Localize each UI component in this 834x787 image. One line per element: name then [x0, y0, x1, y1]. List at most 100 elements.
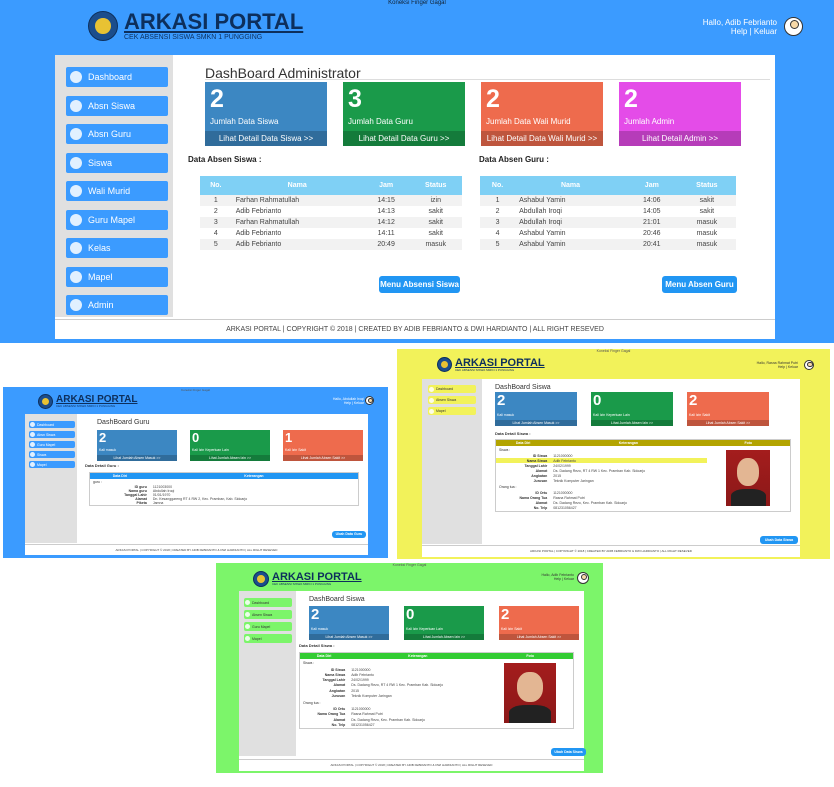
sidebar-item-kelas[interactable]: Kelas [66, 238, 168, 258]
stat-card-detail-link[interactable]: Lihat Jumlah Absen Izin >> [190, 455, 270, 461]
table-cell: 20:46 [643, 230, 661, 237]
sidebar-item-absn-siswa[interactable]: Absn Siswa [29, 431, 75, 438]
help-logout-links[interactable]: Help | Keluar [757, 365, 798, 369]
table-cell: 3 [213, 219, 218, 226]
section-label: Siswa : [499, 447, 511, 452]
table-cell: Abdullah Iroqi [519, 219, 562, 226]
sidebar-item-dashboard[interactable]: Dashboard [244, 598, 292, 607]
stat-card-label: Jumlah Admin [624, 117, 675, 126]
stat-card-detail-link[interactable]: Lihat Jumlah Absen Masuk >> [309, 634, 389, 640]
sidebar-item-mapel[interactable]: Mapel [428, 407, 476, 415]
sidebar-item-absen-siswa[interactable]: Absen Siswa [428, 396, 476, 404]
brand-title[interactable]: ARKASI PORTAL [455, 357, 545, 369]
stat-card-number: 0 [192, 430, 200, 445]
sidebar-item-guru-mapel[interactable]: Guru Mapel [66, 209, 168, 230]
section-label: Orang tua : [499, 485, 517, 490]
sidebar-item-dashboard[interactable]: Dashboard [66, 67, 168, 87]
table-cell [348, 699, 487, 707]
sidebar-item-guru-mapel[interactable]: Guru Mapel [244, 622, 292, 631]
user-avatar-icon[interactable] [365, 396, 374, 405]
stat-card-number: 2 [486, 85, 500, 113]
school-logo-icon [253, 571, 269, 587]
stat-card-label: Jumlah Data Siswa [210, 117, 279, 126]
stat-card-number: 2 [501, 606, 510, 623]
brand-subtitle: CEK ABSENSI SISWA SMKN 1 PUNGGING [455, 367, 515, 372]
detail-table: Data Diri Keterangan Foto Siswa : ID Siswa 11… [299, 652, 574, 729]
sidebar-item-label: Guru Mapel [252, 624, 271, 629]
table-cell: 14:15 [377, 197, 395, 204]
user-avatar-icon[interactable] [804, 360, 814, 370]
stat-card-detail-link[interactable]: Lihat Jumlah Absen Izin >> [591, 420, 673, 426]
yellow-content-panel: DashBoard Siswa Data Detail Siswa : Data… [422, 379, 800, 557]
sidebar-item-absn-siswa[interactable]: Absn Siswa [66, 95, 168, 116]
sidebar-item-admin[interactable]: Admin [66, 295, 168, 315]
user-greeting: Hallo, Abdullah Iroqi Help | Keluar [333, 397, 364, 405]
table-cell: 1 [213, 197, 218, 204]
photo-face [517, 672, 544, 702]
sidebar-item-label: Dashboard [37, 422, 55, 427]
brand-title[interactable]: ARKASI PORTAL [124, 11, 303, 33]
table-header-cell: Status [409, 176, 462, 195]
user-avatar-icon[interactable] [577, 572, 589, 584]
stat-card-detail-link[interactable]: Lihat Jumlah Absen Sakit >> [499, 634, 579, 640]
sidebar-item-guru-mapel[interactable]: Guru Mapel [29, 441, 75, 448]
guru-footer: ARKASI PORTAL | COPYRIGHT © 2018 | CREAT… [25, 544, 368, 554]
table-row: 2 Adib Febrianto 14:13 sakit [200, 206, 462, 217]
menu-bullet-icon [70, 128, 82, 140]
sidebar-item-dashboard[interactable]: Dashboard [428, 385, 476, 393]
brand-subtitle: CEK ABSENSI SISWA SMKN 1 PUNGGING [272, 582, 332, 586]
sidebar-item-dashboard[interactable]: Dashboard [29, 421, 75, 428]
table-header-row: No. Nama Jam Status [480, 176, 736, 195]
student-photo [504, 663, 557, 723]
table-header-cell: No. [480, 176, 516, 195]
table-cell: 14:11 [377, 230, 395, 237]
sidebar-item-label: Guru Mapel [37, 442, 56, 447]
stat-card-detail-link[interactable]: Lihat Jumlah Absen Masuk >> [97, 455, 177, 461]
guru-header: ARKASI PORTAL CEK ABSENSI SISWA SMKN 1 P… [38, 394, 137, 409]
menu-absen-guru-button[interactable]: Menu Absen Guru [662, 276, 737, 293]
stat-card-number: 2 [210, 85, 224, 113]
stat-card-number: 0 [406, 606, 415, 623]
help-logout-links[interactable]: Help | Keluar [542, 577, 574, 581]
sidebar-item-siswa[interactable]: Siswa [29, 451, 75, 458]
sidebar-item-absn-guru[interactable]: Absn Guru [66, 124, 168, 144]
table-cell [550, 483, 706, 490]
stat-card: 0 Kali Izin Keperluan Lain Lihat Jumlah Ab… [591, 392, 673, 426]
user-avatar-icon[interactable] [784, 17, 803, 36]
stat-card-detail-link[interactable]: Lihat Detail Data Guru >> [343, 131, 465, 146]
menu-absensi-siswa-button[interactable]: Menu Absensi Siswa [379, 276, 460, 293]
menu-bullet-icon [245, 600, 250, 605]
stat-card-detail-link[interactable]: Lihat Jumlah Absen Masuk >> [495, 420, 577, 426]
ubah-data-siswa-button[interactable]: Ubah Data Siswa [551, 748, 586, 756]
stat-card-detail-link[interactable]: Lihat Jumlah Absen Sakit >> [687, 420, 769, 426]
table-cell: masuk [425, 241, 447, 248]
sidebar-item-siswa[interactable]: Siswa [66, 152, 168, 173]
page-title: DashBoard Guru [97, 419, 150, 426]
stat-card-detail-link[interactable]: Lihat Detail Data Wali Murid >> [481, 131, 603, 146]
stat-card-detail-link[interactable]: Lihat Jumlah Absen Izin >> [404, 634, 484, 640]
stat-card-detail-link[interactable]: Lihat Jumlah Absen Sakit >> [283, 455, 363, 461]
help-logout-links[interactable]: Help | Keluar [333, 401, 364, 405]
brand-subtitle: CEK ABSENSI SISWA SMKN 1 PUNGGING [124, 34, 263, 41]
sidebar-item-mapel[interactable]: Mapel [66, 266, 168, 287]
photo-shirt [509, 705, 551, 723]
sidebar-item-wali-murid[interactable]: Wali Murid [66, 181, 168, 201]
table-cell: 4 [495, 230, 500, 237]
green-content-panel: DashBoard Siswa Data Detail Siswa : Data… [239, 591, 586, 771]
ubah-data-siswa-button[interactable]: Ubah Data Siswa [760, 536, 798, 544]
detail-title: Data Detail Guru : [85, 463, 119, 468]
table-cell: 14:13 [377, 208, 395, 215]
stat-card: 2 Kali Izin Sakit Lihat Jumlah Absen Sakit… [499, 606, 579, 640]
admin-header: ARKASI PORTAL CEK ABSENSI SISWA SMKN 1 P… [88, 10, 303, 42]
sidebar-item-label: Mapel [88, 271, 113, 282]
sidebar-item-mapel[interactable]: Mapel [29, 461, 75, 468]
sidebar-item-mapel[interactable]: Mapel [244, 634, 292, 643]
menu-bullet-icon [70, 299, 82, 311]
sidebar-item-absen-siswa[interactable]: Absen Siswa [244, 610, 292, 619]
menu-bullet-icon [70, 156, 82, 169]
help-logout-links[interactable]: Help | Keluar [703, 27, 777, 36]
page-title: DashBoard Siswa [495, 384, 551, 391]
ubah-data-guru-button[interactable]: Ubah Data Guru [332, 531, 366, 538]
stat-card-detail-link[interactable]: Lihat Detail Data Siswa >> [205, 131, 327, 146]
stat-card-detail-link[interactable]: Lihat Detail Admin >> [619, 131, 741, 146]
